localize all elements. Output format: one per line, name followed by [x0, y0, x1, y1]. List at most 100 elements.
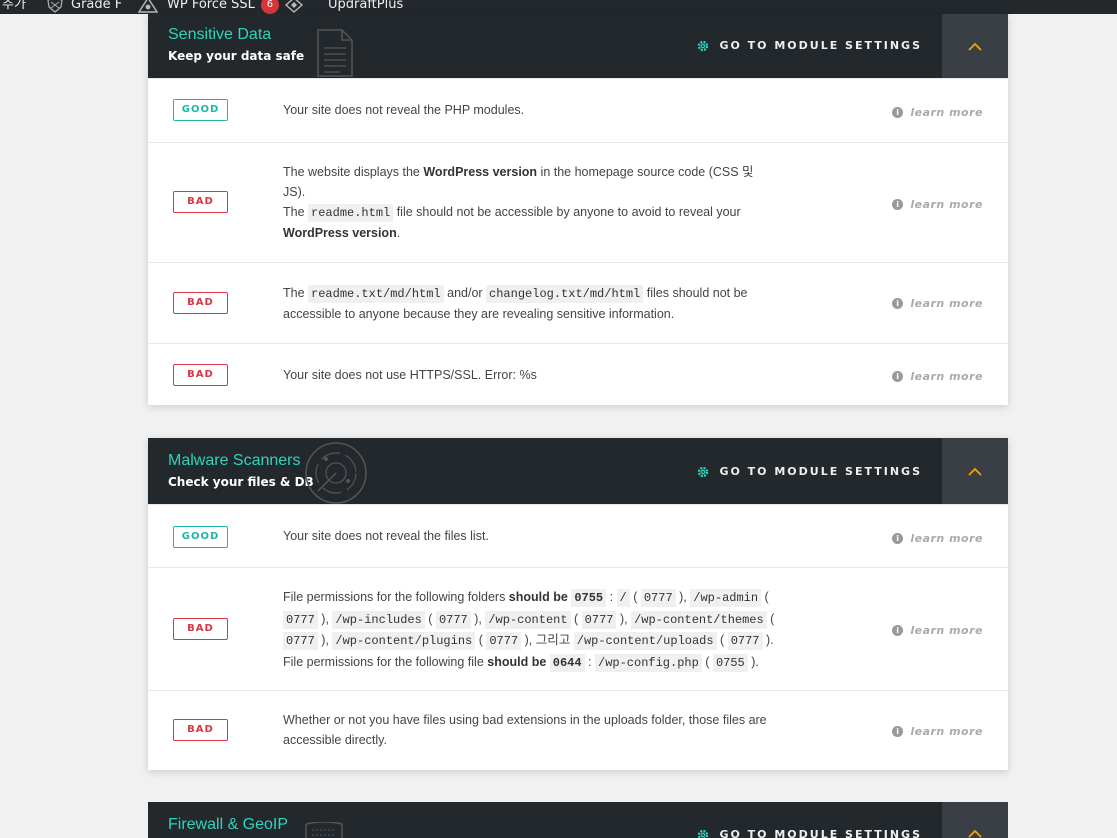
module-header: Malware Scanners Check your files & DB G… [148, 438, 1008, 504]
gear-icon [698, 466, 709, 477]
code-snippet: 0777 [727, 632, 763, 650]
module-firewall-geoip: Firewall & GeoIP GO TO MODULE SETTINGS [148, 802, 1008, 838]
text-segment: 그리고 [535, 633, 571, 647]
learn-more-link[interactable]: i learn more [892, 370, 983, 383]
module-malware-scanners: Malware Scanners Check your files & DB G… [148, 438, 1008, 770]
audit-row: GOOD Your site does not reveal the PHP m… [148, 78, 1008, 142]
admin-bar-grade[interactable]: Grade F [46, 0, 122, 14]
status-badge-bad: BAD [173, 719, 228, 741]
go-to-module-settings-label: GO TO MODULE SETTINGS [719, 39, 922, 52]
code-snippet: 0644 [549, 653, 585, 672]
go-to-module-settings-button[interactable]: GO TO MODULE SETTINGS [697, 39, 922, 52]
code-snippet: /wp-admin [690, 589, 762, 607]
status-badge-bad: BAD [173, 191, 228, 213]
text-segment: File permissions for the following folde… [283, 590, 509, 604]
audit-row-text: Your site does not reveal the files list… [283, 529, 489, 543]
document-icon [317, 29, 353, 77]
text-segment: File permissions for the following file [283, 654, 488, 669]
text-segment: The website displays the [283, 165, 424, 179]
audit-row-text: Your site does not reveal the PHP module… [283, 103, 525, 117]
admin-bar-force-ssl[interactable]: WP Force SSL 6 [138, 0, 279, 14]
code-snippet: /wp-content/themes [631, 610, 767, 629]
admin-bar-updraftplus-label: UpdraftPlus [328, 0, 404, 12]
text-segment: file should not be accessible by anyone … [393, 205, 741, 219]
collapse-toggle-button[interactable] [942, 14, 1008, 78]
code-snippet: changelog.txt/md/html [486, 285, 644, 303]
code-snippet: /wp-content [485, 610, 571, 629]
code-snippet: 0755 [712, 653, 748, 672]
info-icon: i [892, 371, 904, 382]
admin-bar-add[interactable]: 추가 [2, 0, 26, 14]
text-segment: The [283, 205, 309, 219]
learn-more-link[interactable]: i learn more [892, 106, 983, 119]
text-strong: should be [487, 654, 547, 669]
chevron-up-icon [968, 42, 982, 51]
code-snippet: 0777 [640, 589, 676, 607]
status-badge-bad: BAD [173, 292, 228, 314]
audit-row-text: File permissions for the following folde… [283, 589, 775, 672]
code-snippet: 0755 [571, 589, 607, 607]
audit-row: BAD File permissions for the following f… [148, 567, 1008, 690]
learn-more-label: learn more [910, 624, 983, 637]
module-header: Firewall & GeoIP GO TO MODULE SETTINGS [148, 802, 1008, 838]
learn-more-label: learn more [910, 198, 983, 211]
chevron-up-icon [968, 829, 982, 838]
audit-row: BAD Whether or not you have files using … [148, 690, 1008, 770]
code-snippet: 0777 [283, 632, 318, 650]
code-snippet: 0777 [486, 632, 522, 650]
admin-bar-grade-label: Grade F [71, 0, 123, 12]
status-badge-good: GOOD [173, 526, 228, 548]
code-snippet: /wp-content/uploads [573, 632, 717, 650]
module-title: Firewall & GeoIP [168, 816, 289, 833]
audit-row-text: The website displays the WordPress versi… [283, 162, 778, 243]
text-strong: should be [508, 590, 568, 604]
module-header: Sensitive Data Keep your data safe GO TO… [148, 14, 1008, 78]
module-title: Sensitive Data [168, 26, 272, 43]
shield-flag-icon [305, 822, 343, 838]
code-snippet: 0777 [435, 610, 471, 629]
code-snippet: /wp-includes [332, 610, 425, 629]
status-badge-bad: BAD [173, 618, 228, 640]
admin-bar-add-label: 추가 [2, 0, 26, 12]
learn-more-label: learn more [910, 532, 983, 545]
info-icon: i [892, 625, 904, 636]
learn-more-link[interactable]: i learn more [892, 297, 983, 310]
module-subtitle: Keep your data safe [168, 49, 305, 63]
admin-bar: 추가 Grade F WP Force SSL 6 UpdraftPlus [0, 0, 1117, 14]
learn-more-label: learn more [910, 370, 983, 383]
learn-more-link[interactable]: i learn more [892, 532, 983, 545]
info-icon: i [892, 726, 904, 737]
shield-icon [47, 0, 63, 13]
info-icon: i [892, 199, 904, 210]
update-count-badge: 6 [260, 0, 279, 14]
admin-bar-diamond[interactable] [284, 0, 304, 14]
collapse-toggle-button[interactable] [942, 438, 1008, 504]
radar-icon [305, 442, 367, 504]
code-snippet: /wp-config.php [595, 653, 702, 672]
gear-icon [698, 40, 709, 51]
audit-row: GOOD Your site does not reveal the files… [148, 504, 1008, 567]
audit-row-text: The readme.txt/md/html and/or changelog.… [283, 283, 778, 324]
code-snippet: /wp-content/plugins [332, 632, 476, 650]
code-snippet: readme.txt/md/html [308, 285, 444, 303]
status-badge-good: GOOD [173, 99, 228, 121]
module-title: Malware Scanners [168, 452, 301, 469]
learn-more-link[interactable]: i learn more [892, 198, 983, 211]
go-to-module-settings-button[interactable]: GO TO MODULE SETTINGS [697, 465, 922, 478]
chevron-up-icon [968, 467, 982, 476]
text-segment: and/or [443, 286, 487, 300]
status-badge-bad: BAD [173, 364, 228, 386]
learn-more-link[interactable]: i learn more [892, 725, 983, 738]
go-to-module-settings-button[interactable]: GO TO MODULE SETTINGS [697, 828, 922, 838]
ssl-triangle-icon [138, 0, 158, 13]
admin-bar-updraftplus[interactable]: UpdraftPlus [328, 0, 403, 14]
diamond-logo-icon [284, 0, 304, 13]
admin-bar-force-ssl-label: WP Force SSL [167, 0, 255, 12]
audit-row-text: Whether or not you have files using bad … [283, 713, 767, 747]
info-icon: i [892, 533, 904, 544]
learn-more-link[interactable]: i learn more [892, 624, 983, 637]
module-subtitle: Check your files & DB [168, 475, 314, 489]
collapse-toggle-button[interactable] [942, 802, 1008, 838]
learn-more-label: learn more [910, 725, 983, 738]
info-icon: i [892, 298, 904, 309]
